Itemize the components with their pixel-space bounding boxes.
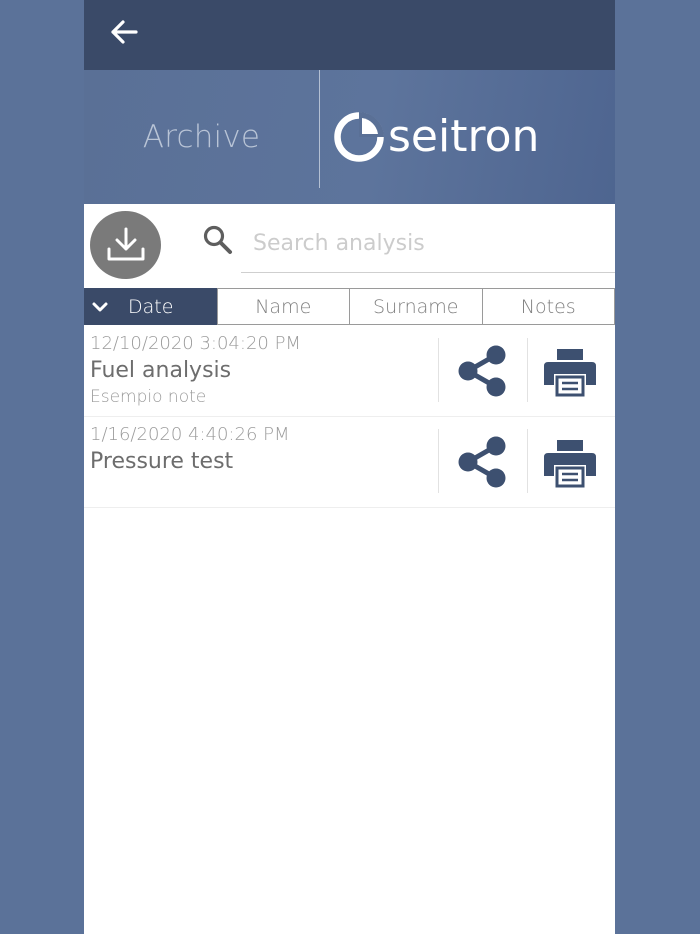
search-input[interactable] bbox=[241, 214, 615, 273]
tab-sort-name[interactable]: Name bbox=[216, 288, 350, 325]
header-divider bbox=[319, 70, 320, 188]
share-button[interactable] bbox=[452, 342, 512, 400]
chevron-down-icon bbox=[92, 302, 108, 312]
tab-label: Surname bbox=[373, 295, 459, 318]
archive-header: Archive seitron bbox=[84, 70, 615, 204]
tab-sort-date[interactable]: Date bbox=[84, 288, 218, 325]
divider bbox=[438, 338, 439, 402]
share-button[interactable] bbox=[452, 433, 512, 491]
share-icon bbox=[458, 436, 506, 488]
download-icon bbox=[107, 227, 144, 261]
analysis-date: 12/10/2020 3:04:20 PM bbox=[90, 333, 301, 354]
archive-screen: Archive seitron Date Name bbox=[84, 0, 615, 934]
top-bar bbox=[84, 0, 615, 70]
print-button[interactable] bbox=[540, 433, 600, 491]
tab-label: Notes bbox=[520, 295, 576, 318]
share-icon bbox=[458, 345, 506, 397]
logo-mark bbox=[334, 112, 384, 162]
arrow-left-icon bbox=[111, 20, 138, 44]
print-button[interactable] bbox=[540, 342, 600, 400]
analysis-name: Fuel analysis bbox=[90, 358, 232, 383]
sort-tabs: Date Name Surname Notes bbox=[84, 288, 615, 325]
printer-icon bbox=[544, 440, 596, 488]
analysis-list: 12/10/2020 3:04:20 PM Fuel analysis Esem… bbox=[84, 326, 615, 508]
printer-icon bbox=[544, 349, 596, 397]
tab-label: Name bbox=[255, 295, 312, 318]
download-button[interactable] bbox=[90, 211, 161, 279]
list-item[interactable]: 12/10/2020 3:04:20 PM Fuel analysis Esem… bbox=[84, 326, 615, 417]
divider bbox=[527, 429, 528, 493]
seitron-logo: seitron bbox=[332, 107, 542, 167]
search-icon bbox=[203, 225, 232, 254]
list-item[interactable]: 1/16/2020 4:40:26 PM Pressure test bbox=[84, 417, 615, 508]
divider bbox=[527, 338, 528, 402]
analysis-name: Pressure test bbox=[90, 449, 234, 474]
tab-sort-surname[interactable]: Surname bbox=[349, 288, 483, 325]
analysis-date: 1/16/2020 4:40:26 PM bbox=[90, 424, 290, 445]
back-button[interactable] bbox=[104, 14, 144, 50]
page-title: Archive bbox=[142, 119, 261, 155]
tab-sort-notes[interactable]: Notes bbox=[481, 288, 615, 325]
tab-label: Date bbox=[128, 295, 174, 318]
analysis-notes: Esempio note bbox=[90, 387, 207, 407]
logo-text: seitron bbox=[388, 111, 540, 162]
divider bbox=[438, 429, 439, 493]
